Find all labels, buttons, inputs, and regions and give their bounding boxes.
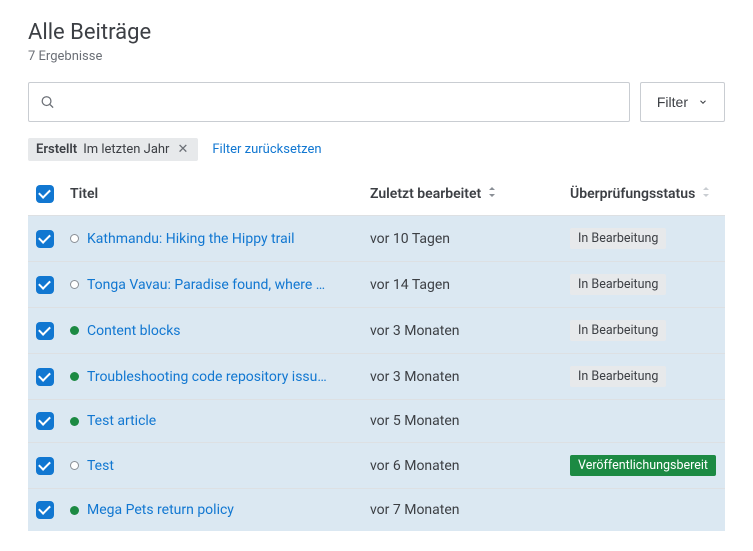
row-checkbox[interactable] (36, 276, 54, 294)
status-dot-icon (70, 326, 79, 335)
chevron-down-icon (698, 97, 708, 107)
active-filter-chip: Erstellt Im letzten Jahr ✕ (28, 138, 198, 161)
status-dot-icon (70, 417, 79, 426)
posts-table: Titel Zuletzt bearbeitet Überprüfungssta… (28, 175, 725, 531)
last-edited-text: vor 5 Monaten (370, 413, 460, 429)
status-dot-icon (70, 372, 79, 381)
last-edited-text: vor 14 Tagen (370, 277, 450, 293)
status-badge: In Bearbeitung (570, 320, 666, 341)
status-dot-icon (70, 280, 79, 289)
filter-chip-label: Erstellt (36, 142, 77, 157)
row-checkbox[interactable] (36, 457, 54, 475)
search-wrapper (28, 82, 630, 122)
last-edited-text: vor 7 Monaten (370, 502, 460, 518)
row-checkbox[interactable] (36, 322, 54, 340)
status-dot-icon (70, 461, 79, 470)
table-row: Content blocks vor 3 Monaten In Bearbeitun… (28, 308, 725, 354)
table-row: Tonga Vavau: Paradise found, where … vor … (28, 262, 725, 308)
result-count: 7 Ergebnisse (28, 49, 725, 64)
status-dot-icon (70, 234, 79, 243)
status-badge: In Bearbeitung (570, 366, 666, 387)
column-review-status-label: Überprüfungsstatus (570, 186, 695, 202)
column-title-label: Titel (70, 186, 98, 202)
table-row: Mega Pets return policy vor 7 Monaten (28, 489, 725, 532)
select-all-header (28, 175, 62, 216)
select-all-checkbox[interactable] (36, 185, 54, 203)
post-title-link[interactable]: Kathmandu: Hiking the Hippy trail (87, 231, 295, 247)
status-badge: In Bearbeitung (570, 228, 666, 249)
page-title: Alle Beiträge (28, 20, 725, 45)
close-icon[interactable]: ✕ (175, 142, 190, 157)
column-last-edited[interactable]: Zuletzt bearbeitet (362, 175, 562, 216)
row-checkbox[interactable] (36, 412, 54, 430)
last-edited-text: vor 3 Monaten (370, 369, 460, 385)
last-edited-text: vor 3 Monaten (370, 323, 460, 339)
reset-filters-link[interactable]: Filter zurücksetzen (212, 142, 321, 157)
filter-button[interactable]: Filter (640, 82, 725, 122)
last-edited-text: vor 10 Tagen (370, 231, 450, 247)
table-row: Troubleshooting code repository issu… vor… (28, 354, 725, 400)
search-icon (40, 95, 55, 110)
row-checkbox[interactable] (36, 230, 54, 248)
sort-icon (487, 188, 497, 201)
post-title-link[interactable]: Test (87, 458, 114, 474)
post-title-link[interactable]: Content blocks (87, 323, 181, 339)
filter-button-label: Filter (657, 94, 688, 110)
column-title[interactable]: Titel (62, 175, 362, 216)
post-title-link[interactable]: Troubleshooting code repository issu… (87, 369, 327, 385)
row-checkbox[interactable] (36, 368, 54, 386)
column-last-edited-label: Zuletzt bearbeitet (370, 186, 481, 202)
post-title-link[interactable]: Mega Pets return policy (87, 502, 234, 518)
status-badge: Veröffentlichungsbereit (570, 455, 716, 476)
table-row: Test article vor 5 Monaten (28, 400, 725, 443)
post-title-link[interactable]: Test article (87, 413, 156, 429)
status-badge: In Bearbeitung (570, 274, 666, 295)
sort-icon (701, 188, 711, 201)
table-row: Kathmandu: Hiking the Hippy trail vor 10 … (28, 216, 725, 262)
row-checkbox[interactable] (36, 501, 54, 519)
filter-chip-value: Im letzten Jahr (83, 142, 169, 157)
column-review-status[interactable]: Überprüfungsstatus (562, 175, 725, 216)
post-title-link[interactable]: Tonga Vavau: Paradise found, where … (87, 277, 325, 293)
search-input[interactable] (28, 82, 630, 122)
last-edited-text: vor 6 Monaten (370, 458, 460, 474)
table-row: Test vor 6 Monaten Veröffentlichungsbereit (28, 443, 725, 489)
